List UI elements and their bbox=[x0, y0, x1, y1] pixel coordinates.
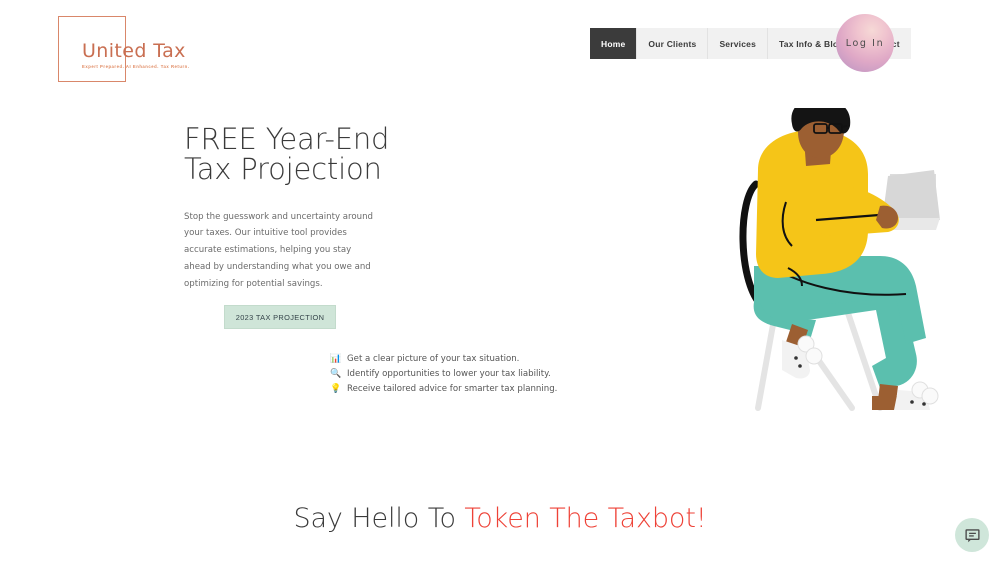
chat-widget-button[interactable] bbox=[955, 518, 989, 552]
section-headline-lead: Say Hello To bbox=[293, 503, 465, 534]
landing-page: United Tax Expert Prepared. AI Enhanced.… bbox=[0, 0, 1000, 563]
site-header: United Tax Expert Prepared. AI Enhanced.… bbox=[0, 0, 1000, 92]
brand-logo[interactable]: United Tax Expert Prepared. AI Enhanced.… bbox=[58, 16, 228, 86]
list-item: 💡 Receive tailored advice for smarter ta… bbox=[330, 382, 630, 397]
list-item: 🔍 Identify opportunities to lower your t… bbox=[330, 367, 630, 382]
page-title: FREE Year-End Tax Projection bbox=[184, 122, 390, 186]
hero-content: FREE Year-End Tax Projection Stop the gu… bbox=[184, 122, 504, 329]
list-item-label: Receive tailored advice for smarter tax … bbox=[347, 384, 558, 394]
section-headline-accent: Token The Taxbot! bbox=[464, 503, 707, 534]
logo-tagline: Expert Prepared. AI Enhanced. Tax Return… bbox=[82, 64, 190, 69]
list-item-label: Get a clear picture of your tax situatio… bbox=[347, 354, 520, 364]
magnifier-emoji-icon: 🔍 bbox=[330, 369, 342, 379]
list-item-label: Identify opportunities to lower your tax… bbox=[347, 369, 551, 379]
bar-chart-emoji-icon: 📊 bbox=[330, 354, 342, 364]
chat-message-icon bbox=[964, 528, 980, 542]
tax-projection-button[interactable]: 2023 TAX PROJECTION bbox=[224, 305, 336, 329]
nav-item-services[interactable]: Services bbox=[708, 28, 769, 59]
benefit-list: 📊 Get a clear picture of your tax situat… bbox=[330, 352, 630, 397]
hero-illustration bbox=[730, 97, 950, 420]
section-headline: Say Hello To Token The Taxbot! bbox=[0, 503, 1000, 534]
hero-paragraph: Stop the guesswork and uncertainty aroun… bbox=[184, 211, 373, 289]
nav-item-our-clients[interactable]: Our Clients bbox=[637, 28, 709, 59]
logo-text: United Tax bbox=[82, 40, 186, 62]
login-button-label: Log In bbox=[845, 37, 885, 49]
list-item: 📊 Get a clear picture of your tax situat… bbox=[330, 352, 630, 367]
lightbulb-emoji-icon: 💡 bbox=[330, 384, 342, 394]
nav-item-home[interactable]: Home bbox=[590, 28, 638, 59]
login-button[interactable]: Log In bbox=[836, 14, 894, 72]
